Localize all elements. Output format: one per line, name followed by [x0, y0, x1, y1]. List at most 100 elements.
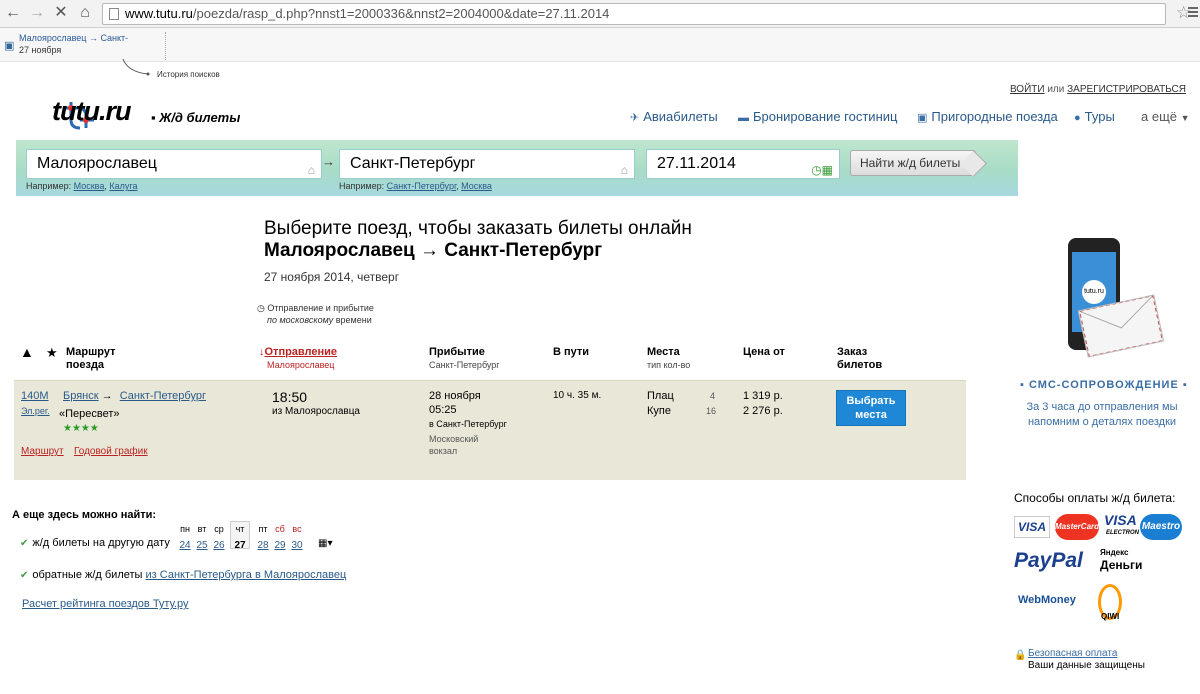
- nav-label: Бронирование гостиниц: [753, 109, 898, 124]
- history-item-title: Малоярославец → Санкт-: [19, 33, 129, 43]
- sms-title-text: СМС-СОПРОВОЖДЕНИЕ: [1028, 379, 1179, 391]
- pin-icon: ●: [1074, 112, 1081, 124]
- direction-arrow-icon: →: [322, 154, 335, 169]
- route-from-link[interactable]: Брянск: [63, 390, 99, 402]
- stop-icon[interactable]: ✕: [52, 4, 70, 22]
- sms-description: За 3 часа до отправления мы напомним о д…: [1026, 401, 1178, 428]
- other-date-option: ✔ ж/д билеты на другую дату: [20, 537, 170, 549]
- arrival-station: вокзал: [429, 446, 458, 456]
- calendar-day[interactable]: ср 26: [210, 524, 228, 551]
- yandex-money-logo: Деньги: [1100, 558, 1143, 572]
- col-route[interactable]: Маршрут поезда: [66, 346, 116, 372]
- forward-icon[interactable]: →: [28, 4, 46, 22]
- favorite-star-icon[interactable]: ★: [46, 346, 58, 359]
- route-title: Малоярославец → Санкт-Петербург: [264, 240, 603, 261]
- col-label: Маршрут: [66, 346, 116, 358]
- rating-link[interactable]: Расчет рейтинга поездов Туту.ру: [22, 598, 189, 610]
- col-departure[interactable]: ↓Отправление Малоярославец: [259, 346, 337, 372]
- logo-text[interactable]: tutu.ru: [52, 96, 131, 127]
- arrival-to: в Санкт-Петербург: [429, 419, 507, 429]
- date-value: 27.11.2014: [657, 155, 736, 172]
- route-link[interactable]: Маршрут: [21, 445, 64, 457]
- departure-from: из Малоярославца: [272, 406, 360, 417]
- col-label: В пути: [553, 346, 590, 358]
- login-link[interactable]: ВОЙТИ: [1010, 84, 1045, 95]
- history-item[interactable]: ▣ Малоярославец → Санкт- 27 ноября: [0, 32, 166, 60]
- tz-text: по московскому: [267, 315, 334, 325]
- calendar-dropdown-icon[interactable]: ▦▾: [318, 538, 332, 549]
- secure-link[interactable]: Безопасная оплата: [1028, 648, 1117, 659]
- col-label: Заказ: [837, 346, 868, 358]
- url-host: www.tutu.ru: [125, 6, 193, 21]
- choose-seats-button[interactable]: Выбрать места: [836, 390, 906, 426]
- example-link[interactable]: Москва: [74, 181, 105, 191]
- date-input[interactable]: 27.11.2014 ◷▦: [646, 149, 840, 179]
- rating-stars: ★★★★: [63, 423, 99, 434]
- station-icon[interactable]: ⌂: [621, 156, 628, 184]
- calendar-icon[interactable]: ◷▦: [811, 156, 833, 184]
- train-type[interactable]: Эл.рег.: [21, 406, 50, 416]
- home-icon[interactable]: ⌂: [76, 4, 94, 22]
- seat-count: 16: [706, 406, 717, 416]
- col-duration[interactable]: В пути: [553, 346, 589, 359]
- calendar-day-selected: чт 27: [230, 521, 250, 551]
- return-option: ✔ обратные ж/д билеты из Санкт-Петербурга…: [20, 569, 346, 581]
- station-icon[interactable]: ⌂: [308, 156, 315, 184]
- seat-type: Купе: [647, 405, 671, 417]
- example-link[interactable]: Санкт-Петербург: [387, 181, 457, 191]
- col-price[interactable]: Цена от: [743, 346, 785, 359]
- find-tickets-button[interactable]: Найти ж/д билеты: [850, 150, 976, 176]
- lock-icon: 🔒: [1014, 650, 1027, 661]
- calendar-day[interactable]: пт 28: [254, 524, 272, 551]
- calendar-day[interactable]: вт 25: [193, 524, 211, 551]
- duration: 10 ч. 35 м.: [553, 390, 602, 401]
- paypal-logo: PayPal: [1014, 549, 1083, 572]
- weekday: пн: [180, 524, 190, 534]
- register-link[interactable]: ЗАРЕГИСТРИРОВАТЬСЯ: [1067, 84, 1186, 95]
- day-link: 29: [274, 540, 286, 551]
- to-input[interactable]: Санкт-Петербург ⌂: [339, 149, 635, 179]
- table-row: 140М Эл.рег. Брянск → Санкт-Петербург «П…: [14, 380, 966, 480]
- seat-type: Плац: [647, 390, 674, 402]
- train-sort-icon[interactable]: ▲: [20, 345, 34, 359]
- example-link[interactable]: Калуга: [109, 181, 137, 191]
- col-sublabel: Санкт-Петербург: [429, 360, 500, 370]
- calendar-day[interactable]: сб 29: [271, 524, 289, 551]
- col-label: Прибытие: [429, 346, 485, 358]
- back-icon[interactable]: ←: [4, 4, 22, 22]
- nav-hotels[interactable]: ▬ Бронирование гостиниц: [738, 109, 897, 124]
- train-number-link[interactable]: 140М: [21, 390, 49, 402]
- auth-or: или: [1047, 84, 1065, 95]
- sms-title[interactable]: ▪ СМС-СОПРОВОЖДЕНИЕ ▪: [1020, 379, 1188, 391]
- col-arrival[interactable]: Прибытие Санкт-Петербург: [429, 346, 500, 372]
- browser-menu-icon[interactable]: [1188, 5, 1198, 21]
- day-link: 26: [213, 540, 225, 551]
- schedule-link[interactable]: Годовой график: [74, 445, 148, 457]
- train-name: «Пересвет»: [59, 408, 120, 420]
- section-label: Ж/д билеты: [159, 110, 241, 125]
- route-to-link[interactable]: Санкт-Петербург: [120, 390, 206, 402]
- day-link: 30: [291, 540, 303, 551]
- col-label: билетов: [837, 359, 883, 371]
- calendar-day[interactable]: пн 24: [176, 524, 194, 551]
- maestro-logo: Maestro: [1140, 514, 1182, 540]
- weekday: сб: [275, 524, 285, 534]
- day-link: 24: [179, 540, 191, 551]
- auth-links: ВОЙТИ или ЗАРЕГИСТРИРОВАТЬСЯ: [1010, 84, 1186, 95]
- weekday: вс: [292, 524, 302, 534]
- calendar-day[interactable]: вс 30: [288, 524, 306, 551]
- col-seats[interactable]: Места тип кол-во: [647, 346, 690, 372]
- return-link[interactable]: из Санкт-Петербурга в Малоярославец: [146, 569, 347, 581]
- example-link[interactable]: Москва: [461, 181, 492, 191]
- tz-text: времени: [335, 315, 372, 325]
- also-title: А еще здесь можно найти:: [12, 509, 157, 521]
- address-bar[interactable]: www.tutu.ru/poezda/rasp_d.php?nnst1=2000…: [102, 3, 1166, 25]
- nav-avia[interactable]: ✈ Авиабилеты: [630, 109, 718, 124]
- from-examples: Например: Москва, Калуга: [26, 181, 138, 191]
- nav-suburban[interactable]: ▣ Пригородные поезда: [917, 109, 1058, 124]
- from-input[interactable]: Малоярославец ⌂: [26, 149, 322, 179]
- departure-time: 18:50: [272, 389, 308, 405]
- nav-more[interactable]: а ещё ▼: [1141, 109, 1190, 124]
- nav-tours[interactable]: ● Туры: [1074, 109, 1115, 124]
- option-label: ж/д билеты на другую дату: [32, 537, 170, 549]
